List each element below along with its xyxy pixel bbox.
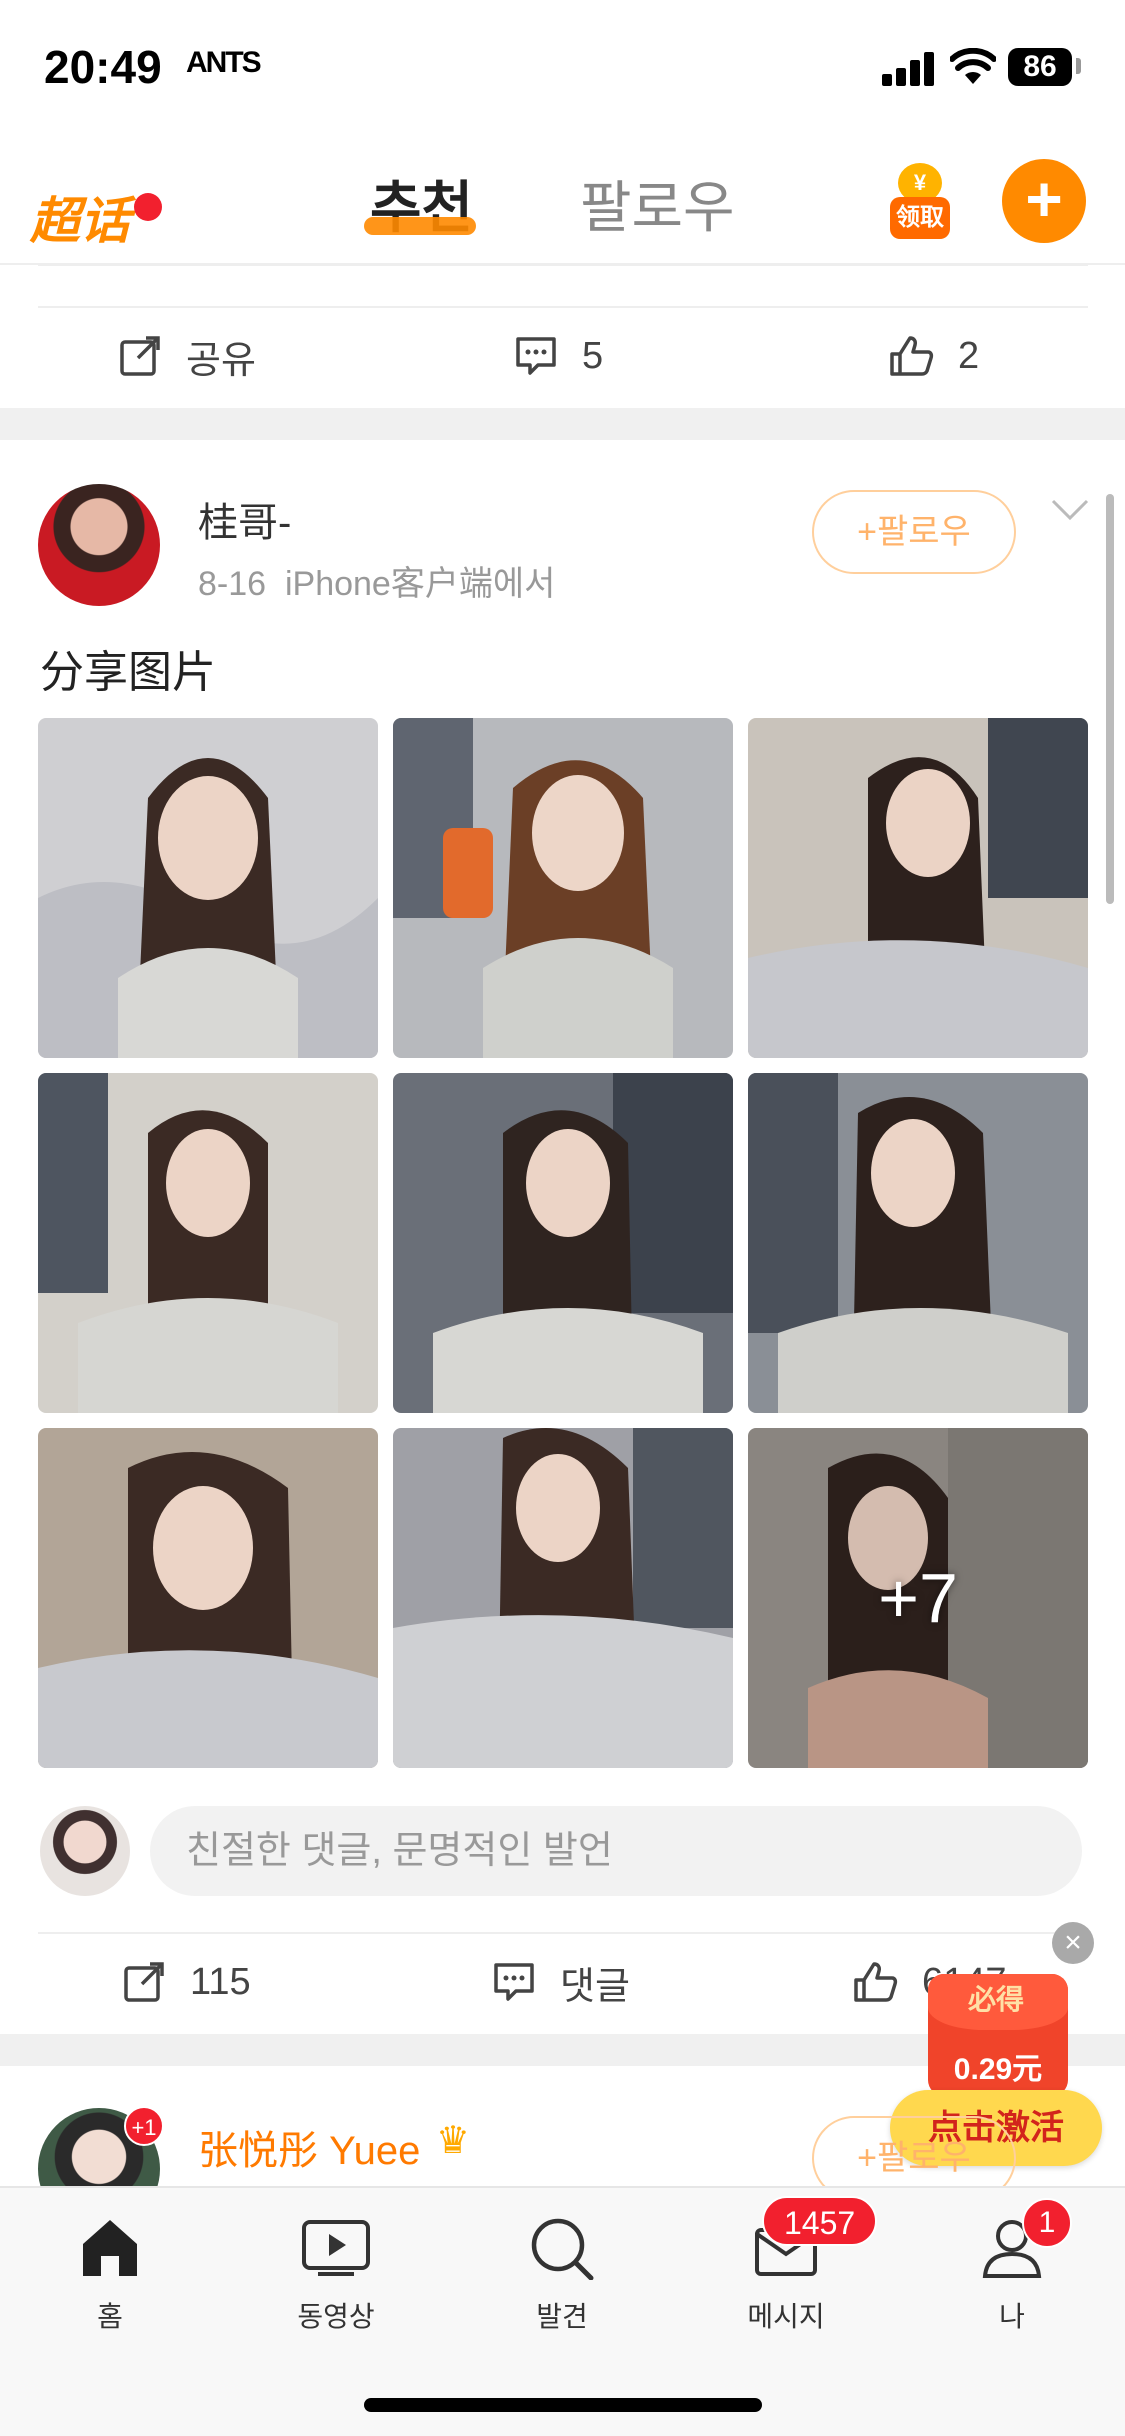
comment-icon xyxy=(494,1963,534,2001)
photo-figure xyxy=(748,1073,1088,1413)
claim-reward-button[interactable]: ¥ 领取 xyxy=(890,163,950,243)
status-bar: 20:49 ANTS 86 xyxy=(0,0,1125,135)
video-icon xyxy=(302,2220,370,2276)
grid-image[interactable] xyxy=(748,1073,1088,1413)
close-promo-button[interactable]: × xyxy=(1052,1922,1094,1964)
photo-figure xyxy=(748,718,1088,1058)
tab-label: 메시지 xyxy=(747,2301,825,2332)
share-button[interactable]: 115 xyxy=(122,1932,251,2032)
battery-level: 86 xyxy=(1008,48,1072,86)
comment-count: 5 xyxy=(582,334,604,377)
share-icon xyxy=(124,1962,164,2002)
photo-figure xyxy=(393,1428,733,1768)
tab-following[interactable]: 팔로우 xyxy=(580,163,735,244)
comment-button[interactable]: 5 xyxy=(514,306,603,406)
tab-label: 홈 xyxy=(97,2301,123,2332)
home-icon xyxy=(83,2220,137,2276)
author-name[interactable]: 桂哥- xyxy=(198,490,291,548)
next-author-name[interactable]: 张悦彤 Yuee xyxy=(198,2118,420,2176)
home-indicator xyxy=(364,2398,762,2412)
grid-image[interactable] xyxy=(38,1073,378,1413)
ants-icon: ANTS xyxy=(186,46,262,79)
share-icon xyxy=(120,336,160,376)
grid-image-more[interactable]: +7 xyxy=(748,1428,1088,1768)
comment-row: 친절한 댓글, 문명적인 발언 xyxy=(0,1806,1125,1898)
compose-button[interactable]: + xyxy=(1002,159,1086,243)
post-text: 分享图片 xyxy=(40,648,216,697)
new-badge: +1 xyxy=(124,2106,164,2146)
comment-icon xyxy=(516,337,556,375)
thumbs-up-icon xyxy=(890,336,934,376)
tab-label: 나 xyxy=(999,2301,1025,2332)
crown-icon: ♛ xyxy=(436,2120,471,2162)
cellular-signal-icon xyxy=(882,50,936,86)
photo-figure xyxy=(393,718,733,1058)
image-grid: +7 xyxy=(38,718,1088,1768)
red-packet-icon[interactable]: 必得 0.29元 xyxy=(928,1974,1068,2096)
comment-button[interactable]: 댓글 xyxy=(492,1932,630,2032)
post-meta: 8-16 iPhone客户端에서 xyxy=(198,556,555,605)
battery-tip xyxy=(1076,58,1081,74)
red-packet-must-label: 必得 xyxy=(968,1984,1025,2015)
notification-dot xyxy=(134,193,162,221)
scroll-indicator xyxy=(1106,494,1114,904)
me-badge: 1 xyxy=(1022,2198,1072,2248)
super-topic-logo[interactable]: 超话 xyxy=(30,173,162,250)
photo-figure xyxy=(38,1073,378,1413)
grid-image[interactable] xyxy=(748,718,1088,1058)
tab-discover[interactable]: 발견 xyxy=(482,2216,642,2335)
photo-figure xyxy=(38,1428,378,1768)
like-count: 2 xyxy=(958,334,980,377)
feed-separator xyxy=(0,408,1125,440)
logo-text: 超话 xyxy=(30,192,130,250)
thumbs-up-icon xyxy=(854,1962,898,2002)
active-tab-indicator xyxy=(364,217,476,235)
tab-label: 동영상 xyxy=(297,2301,375,2332)
post-date: 8-16 xyxy=(198,565,267,603)
comment-label: 댓글 xyxy=(560,1965,630,2008)
top-nav: 超话 추천 팔로우 ¥ 领取 + xyxy=(0,135,1125,265)
follow-button[interactable]: +팔로우 xyxy=(812,490,1016,574)
share-label: 공유 xyxy=(186,339,256,382)
comment-input[interactable]: 친절한 댓글, 문명적인 발언 xyxy=(150,1806,1082,1896)
photo-figure xyxy=(393,1073,733,1413)
photo-figure xyxy=(38,718,378,1058)
divider xyxy=(38,264,1088,266)
wifi-icon xyxy=(950,48,996,84)
tab-video[interactable]: 동영상 xyxy=(256,2216,416,2335)
share-button[interactable]: 공유 xyxy=(118,306,256,406)
grid-image[interactable] xyxy=(393,718,733,1058)
red-packet-amount: 0.29元 xyxy=(953,2053,1043,2086)
grid-image[interactable] xyxy=(38,1428,378,1768)
claim-label: 领取 xyxy=(890,197,950,239)
grid-image[interactable] xyxy=(38,718,378,1058)
share-count: 115 xyxy=(190,1960,251,2003)
chevron-down-icon[interactable] xyxy=(1050,498,1090,522)
tab-home[interactable]: 홈 xyxy=(30,2216,190,2335)
my-avatar xyxy=(40,1806,130,1896)
messages-badge: 1457 xyxy=(762,2196,878,2246)
search-icon xyxy=(531,2218,594,2281)
grid-image[interactable] xyxy=(393,1073,733,1413)
more-images-count: +7 xyxy=(878,1559,958,1637)
grid-image[interactable] xyxy=(393,1428,733,1768)
status-time: 20:49 xyxy=(44,41,162,93)
like-button[interactable]: 2 xyxy=(888,306,979,406)
post-actions-prev: 공유 5 2 xyxy=(0,306,1125,406)
post-source: iPhone客户端에서 xyxy=(284,565,556,603)
tab-label: 발견 xyxy=(536,2301,588,2332)
author-avatar[interactable] xyxy=(38,484,160,606)
